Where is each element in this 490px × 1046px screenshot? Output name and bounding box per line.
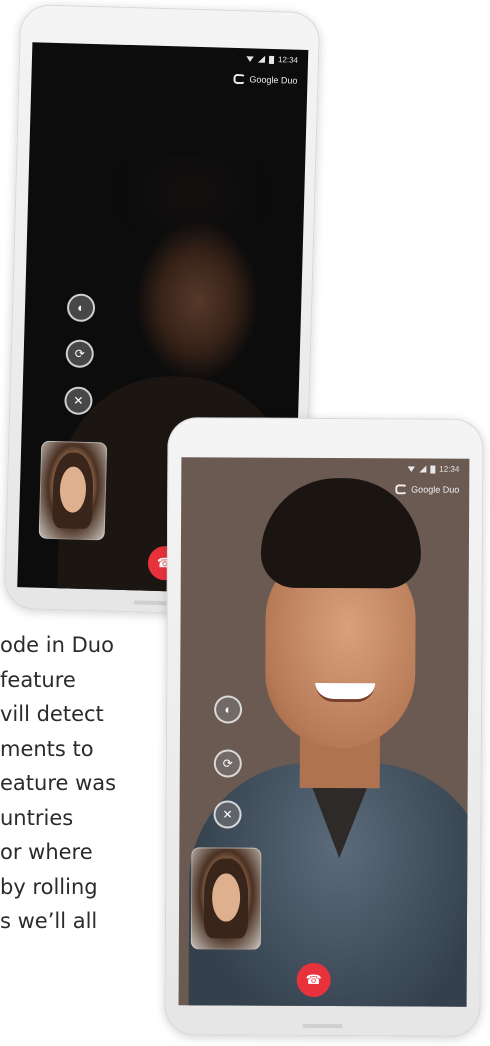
app-brand: Google Duo: [233, 73, 298, 86]
status-time: 12:34: [277, 55, 299, 65]
status-bar: 12:34: [407, 464, 460, 474]
brand-label: Google Duo: [411, 484, 460, 495]
duo-logo-icon: [233, 73, 246, 85]
status-bar: 12:34: [246, 54, 299, 65]
duo-logo-icon: [395, 484, 408, 495]
signal-icon: [419, 465, 427, 473]
switch-camera-button[interactable]: ⟳: [65, 339, 95, 369]
phone-hangup-icon: ☎: [305, 971, 322, 987]
mute-button[interactable]: ✕: [213, 800, 242, 829]
app-brand: Google Duo: [395, 484, 460, 495]
pip-face: [212, 873, 240, 922]
low-light-button[interactable]: ◐: [214, 695, 243, 724]
self-view-pip[interactable]: [38, 440, 108, 541]
contrast-icon: ◐: [224, 702, 232, 717]
camera-switch-icon: ⟳: [222, 756, 233, 771]
video-call-screen: 12:34 Google Duo ◐ ⟳ ✕ ☎: [178, 457, 470, 1007]
mic-off-icon: ✕: [222, 807, 233, 822]
phone-front: 12:34 Google Duo ◐ ⟳ ✕ ☎: [164, 417, 484, 1037]
mic-off-icon: ✕: [73, 393, 84, 408]
low-light-button[interactable]: ◐: [66, 293, 96, 323]
switch-camera-button[interactable]: ⟳: [213, 749, 242, 778]
wifi-icon: [407, 466, 415, 472]
end-call-button[interactable]: ☎: [296, 962, 331, 998]
contrast-icon: ◐: [77, 300, 85, 315]
wifi-icon: [246, 56, 254, 62]
signal-icon: [257, 55, 266, 63]
caller-smile: [315, 682, 376, 703]
status-time: 12:34: [439, 464, 460, 474]
brand-label: Google Duo: [249, 74, 298, 86]
self-view-pip[interactable]: [190, 847, 262, 950]
battery-icon: [430, 465, 436, 474]
camera-switch-icon: ⟳: [74, 346, 85, 361]
battery-icon: [268, 55, 275, 64]
caller-video-dark: [90, 154, 270, 459]
home-indicator: [302, 1023, 343, 1029]
